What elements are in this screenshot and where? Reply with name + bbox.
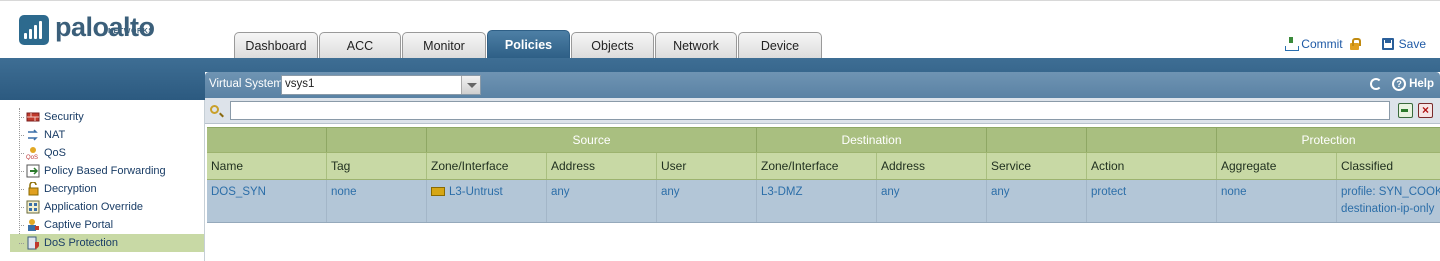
- qos-icon: QoS: [26, 146, 40, 161]
- group-header-source: Source: [427, 128, 757, 152]
- sidebar-item-label: Application Override: [44, 201, 144, 213]
- save-button[interactable]: Save: [1360, 37, 1426, 51]
- cell-action[interactable]: protect: [1087, 180, 1217, 222]
- sidebar-item-label: Policy Based Forwarding: [44, 165, 166, 177]
- column-header-source-address[interactable]: Address: [547, 153, 657, 179]
- group-header-protection: Protection: [1301, 133, 1356, 147]
- column-header-name[interactable]: Name: [207, 153, 327, 179]
- policy-content-panel: Virtual System vsys1 ? Help × Source Des…: [205, 72, 1440, 261]
- table-group-header: Source Destination Protection: [207, 127, 1440, 152]
- virtual-system-value: vsys1: [285, 78, 315, 90]
- cell-service[interactable]: any: [987, 180, 1087, 222]
- save-label: Save: [1398, 37, 1426, 51]
- tab-acc[interactable]: ACC: [319, 32, 401, 58]
- cell-source-address[interactable]: any: [547, 180, 657, 222]
- virtual-system-select[interactable]: vsys1: [281, 75, 481, 95]
- help-link[interactable]: Help: [1409, 78, 1434, 90]
- group-header-empty: [327, 128, 427, 152]
- clear-filter-button[interactable]: ×: [1418, 103, 1433, 118]
- virtual-system-bar: Virtual System vsys1 ? Help: [205, 72, 1440, 98]
- table-row[interactable]: DOS_SYN none L3-Untrust any any L3-DMZ a…: [207, 180, 1440, 223]
- cell-source-user[interactable]: any: [657, 180, 757, 222]
- lock-icon[interactable]: [1349, 38, 1361, 50]
- commit-button[interactable]: Commit: [1284, 37, 1361, 51]
- sidebar-item-label: QoS: [44, 147, 67, 159]
- pbf-icon: [26, 164, 40, 178]
- sidebar-item-label: DoS Protection: [44, 237, 118, 249]
- save-icon: [1381, 38, 1394, 50]
- group-header-empty: [207, 128, 327, 152]
- sidebar-item-dos-protection[interactable]: DoS Protection: [10, 234, 204, 252]
- column-header-tag[interactable]: Tag: [327, 153, 427, 179]
- sidebar-item-label: Security: [44, 111, 84, 123]
- column-header-destination-address[interactable]: Address: [877, 153, 987, 179]
- sidebar-item-security[interactable]: Security: [10, 108, 204, 126]
- policy-sidebar: Security NAT QoS QoS Policy Based Forwar…: [10, 100, 205, 261]
- top-header: paloalto NETWORKS Dashboard ACC Monitor …: [0, 0, 1440, 58]
- security-icon: [26, 110, 40, 124]
- commit-icon: [1284, 37, 1300, 51]
- group-header-empty: [987, 128, 1087, 152]
- cell-tag: none: [327, 180, 427, 222]
- sidebar-item-nat[interactable]: NAT: [10, 126, 204, 144]
- cell-classified[interactable]: profile: SYN_COOKIE destination-ip-only: [1337, 180, 1440, 222]
- logo-mark-icon: [19, 15, 49, 45]
- tab-monitor[interactable]: Monitor: [402, 32, 486, 58]
- filter-input[interactable]: [230, 101, 1390, 120]
- tab-policies[interactable]: Policies: [487, 30, 570, 58]
- app-override-icon: [26, 200, 40, 214]
- cell-destination-address[interactable]: any: [877, 180, 987, 222]
- table-column-header: Name Tag Zone/Interface Address User Zon…: [207, 152, 1440, 180]
- dos-protection-icon: [26, 236, 40, 250]
- column-header-source-zone[interactable]: Zone/Interface: [427, 153, 547, 179]
- column-header-service[interactable]: Service: [987, 153, 1087, 179]
- captive-portal-icon: [26, 218, 40, 232]
- cell-destination-zone[interactable]: L3-DMZ: [757, 180, 877, 222]
- search-icon: [210, 105, 219, 114]
- commit-label: Commit: [1301, 37, 1343, 51]
- group-header-destination: Destination: [757, 128, 987, 152]
- column-header-action[interactable]: Action: [1087, 153, 1217, 179]
- tab-network[interactable]: Network: [655, 32, 737, 58]
- sidebar-item-label: NAT: [44, 129, 66, 141]
- sidebar-item-label: Captive Portal: [44, 219, 114, 231]
- filter-bar: ×: [205, 98, 1440, 124]
- virtual-system-label: Virtual System: [209, 78, 283, 90]
- tab-dashboard[interactable]: Dashboard: [234, 32, 318, 58]
- panel-help-area: ? Help: [1370, 77, 1434, 91]
- sidebar-item-label: Decryption: [44, 183, 97, 195]
- help-icon[interactable]: ?: [1392, 77, 1407, 91]
- cell-source-zone[interactable]: L3-Untrust: [427, 180, 547, 222]
- refresh-icon[interactable]: [1370, 78, 1383, 90]
- group-header-empty: [1087, 128, 1217, 152]
- cell-aggregate[interactable]: none: [1217, 180, 1337, 222]
- sidebar-item-decryption[interactable]: Decryption: [10, 180, 204, 198]
- nat-icon: [26, 128, 40, 142]
- tab-device[interactable]: Device: [738, 32, 822, 58]
- decryption-icon: [26, 181, 40, 196]
- sidebar-item-captive-portal[interactable]: Captive Portal: [10, 216, 204, 234]
- tab-objects[interactable]: Objects: [571, 32, 654, 58]
- sidebar-item-qos[interactable]: QoS QoS: [10, 144, 204, 162]
- sidebar-item-pbf[interactable]: Policy Based Forwarding: [10, 162, 204, 180]
- zone-icon: [431, 187, 445, 196]
- column-header-aggregate[interactable]: Aggregate: [1217, 153, 1337, 179]
- main-tabs: Dashboard ACC Monitor Policies Objects N…: [234, 30, 823, 58]
- logo-subtitle: NETWORKS: [108, 28, 154, 35]
- cell-name[interactable]: DOS_SYN: [207, 180, 327, 222]
- svg-text:QoS: QoS: [26, 155, 38, 160]
- column-header-source-user[interactable]: User: [657, 153, 757, 179]
- top-actions: Commit Save: [1284, 37, 1426, 51]
- column-header-destination-zone[interactable]: Zone/Interface: [757, 153, 877, 179]
- sidebar-item-application-override[interactable]: Application Override: [10, 198, 204, 216]
- apply-filter-button[interactable]: [1398, 103, 1413, 118]
- column-header-classified[interactable]: Classified: [1337, 153, 1440, 179]
- chevron-down-icon[interactable]: [461, 76, 480, 94]
